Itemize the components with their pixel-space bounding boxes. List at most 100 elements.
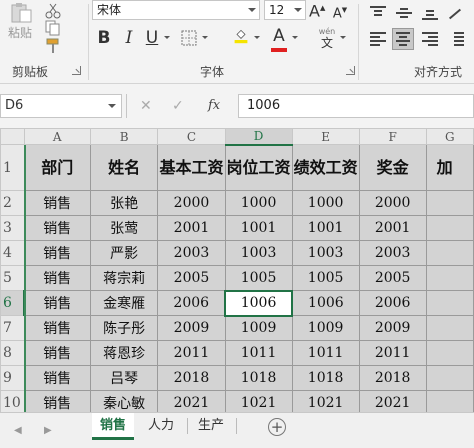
cell-name[interactable]: 张艳 (89, 190, 159, 216)
cell-post-pay[interactable]: 1006 (224, 289, 294, 317)
cell-perf-pay[interactable]: 1003 (291, 240, 360, 266)
cell-dept[interactable]: 销售 (23, 340, 91, 366)
cell-post-pay[interactable]: 1021 (224, 390, 293, 412)
cell-name[interactable]: 蒋宗莉 (89, 265, 159, 291)
align-top-icon[interactable] (368, 4, 388, 22)
worksheet-grid[interactable]: A B C D E F G 1 部门 姓名 基本工资 岗位工资 绩效工资 奖金 … (0, 128, 474, 412)
cell-base-pay[interactable]: 2006 (157, 290, 226, 316)
cell-dept[interactable]: 销售 (23, 365, 91, 391)
cell-base-pay[interactable]: 2009 (157, 315, 226, 341)
cell-bonus[interactable]: 2001 (358, 215, 427, 241)
cell-post-pay[interactable]: 1011 (224, 340, 293, 366)
cell-perf-pay[interactable]: 1005 (291, 265, 360, 291)
cell-dept[interactable]: 销售 (23, 315, 91, 341)
column-header-d[interactable]: D (224, 128, 293, 146)
cell-perf-pay[interactable]: 1018 (291, 365, 360, 391)
cell-bonus[interactable]: 2018 (358, 365, 427, 391)
row-header-1[interactable]: 1 (0, 144, 25, 191)
cut-icon[interactable] (44, 3, 62, 19)
insert-function-button[interactable]: fx (208, 94, 220, 118)
cell-extra[interactable] (425, 190, 474, 216)
align-left-icon[interactable] (368, 30, 388, 48)
align-center-icon[interactable] (392, 28, 414, 50)
cell-extra[interactable] (425, 290, 474, 316)
cell-name[interactable]: 秦心敏 (89, 390, 159, 412)
borders-icon[interactable] (180, 30, 198, 46)
cell-bonus[interactable]: 2003 (358, 240, 427, 266)
cell-base-pay[interactable]: 2001 (157, 215, 226, 241)
cell-perf-pay[interactable]: 1000 (291, 190, 360, 216)
phonetic-guide-button[interactable]: wén 文 (316, 27, 338, 50)
cell-bonus[interactable]: 2000 (358, 190, 427, 216)
underline-button[interactable]: U (144, 26, 160, 50)
tab-scroll-left-icon[interactable]: ◀ (14, 425, 22, 436)
formula-input[interactable]: 1006 (238, 94, 474, 118)
cell-post-pay[interactable]: 1003 (224, 240, 293, 266)
chevron-down-icon[interactable] (340, 36, 346, 39)
row-header-7[interactable]: 7 (0, 315, 25, 341)
chevron-down-icon[interactable] (164, 36, 170, 39)
header-cell-base-pay[interactable]: 基本工资 (157, 144, 226, 191)
column-header-b[interactable]: B (89, 128, 159, 145)
cell-base-pay[interactable]: 2000 (157, 190, 226, 216)
cell-extra[interactable] (425, 240, 474, 266)
cell-post-pay[interactable]: 1000 (224, 190, 293, 216)
cell-bonus[interactable]: 2006 (358, 290, 427, 316)
cell-perf-pay[interactable]: 1021 (291, 390, 360, 412)
cell-name[interactable]: 张莺 (89, 215, 159, 241)
cell-extra[interactable] (425, 365, 474, 391)
cell-base-pay[interactable]: 2005 (157, 265, 226, 291)
fill-color-icon[interactable] (232, 28, 250, 44)
cell-post-pay[interactable]: 1001 (224, 215, 293, 241)
row-header-4[interactable]: 4 (0, 240, 25, 266)
cell-base-pay[interactable]: 2003 (157, 240, 226, 266)
align-bottom-icon[interactable] (420, 4, 440, 22)
shrink-font-button[interactable]: A▼ (332, 0, 348, 22)
row-header-10[interactable]: 10 (0, 390, 25, 412)
header-cell-dept[interactable]: 部门 (23, 144, 91, 191)
cell-perf-pay[interactable]: 1011 (291, 340, 360, 366)
cell-extra[interactable] (425, 265, 474, 291)
cell-perf-pay[interactable]: 1001 (291, 215, 360, 241)
italic-button[interactable]: I (121, 26, 137, 50)
enter-icon[interactable]: ✓ (172, 94, 184, 118)
row-header-3[interactable]: 3 (0, 215, 25, 241)
name-box[interactable]: D6 (0, 94, 122, 118)
column-header-g[interactable]: G (425, 128, 474, 145)
cell-bonus[interactable]: 2005 (358, 265, 427, 291)
align-right-icon[interactable] (420, 30, 440, 48)
cell-bonus[interactable]: 2011 (358, 340, 427, 366)
row-header-8[interactable]: 8 (0, 340, 25, 366)
row-header-5[interactable]: 5 (0, 265, 25, 291)
cell-post-pay[interactable]: 1009 (224, 315, 293, 341)
cell-extra[interactable] (425, 215, 474, 241)
cell-base-pay[interactable]: 2021 (157, 390, 226, 412)
chevron-down-icon[interactable] (292, 36, 298, 39)
cell-name[interactable]: 金寒雁 (89, 290, 159, 316)
cell-bonus[interactable]: 2021 (358, 390, 427, 412)
header-cell-post-pay[interactable]: 岗位工资 (224, 144, 293, 191)
cell-perf-pay[interactable]: 1006 (291, 290, 360, 316)
chevron-down-icon[interactable] (254, 36, 260, 39)
cell-name[interactable]: 蒋恩珍 (89, 340, 159, 366)
cell-post-pay[interactable]: 1018 (224, 365, 293, 391)
bold-button[interactable]: B (96, 26, 112, 50)
grow-font-button[interactable]: A▲ (309, 0, 325, 20)
font-size-select[interactable]: 12 (264, 0, 306, 20)
decrease-indent-icon[interactable] (446, 30, 466, 48)
cell-extra[interactable] (425, 315, 474, 341)
cell-post-pay[interactable]: 1005 (224, 265, 293, 291)
cell-dept[interactable]: 销售 (23, 290, 91, 316)
font-color-button[interactable]: A (270, 24, 288, 52)
cell-perf-pay[interactable]: 1009 (291, 315, 360, 341)
cell-base-pay[interactable]: 2018 (157, 365, 226, 391)
cell-name[interactable]: 吕琴 (89, 365, 159, 391)
cell-name[interactable]: 陈子彤 (89, 315, 159, 341)
row-header-6[interactable]: 6 (0, 290, 26, 316)
cell-dept[interactable]: 销售 (23, 240, 91, 266)
header-cell-perf-pay[interactable]: 绩效工资 (291, 144, 360, 191)
header-cell-partial[interactable]: 加 (425, 144, 474, 191)
cell-extra[interactable] (425, 390, 474, 412)
row-header-2[interactable]: 2 (0, 190, 25, 216)
select-all-corner[interactable] (0, 128, 25, 145)
